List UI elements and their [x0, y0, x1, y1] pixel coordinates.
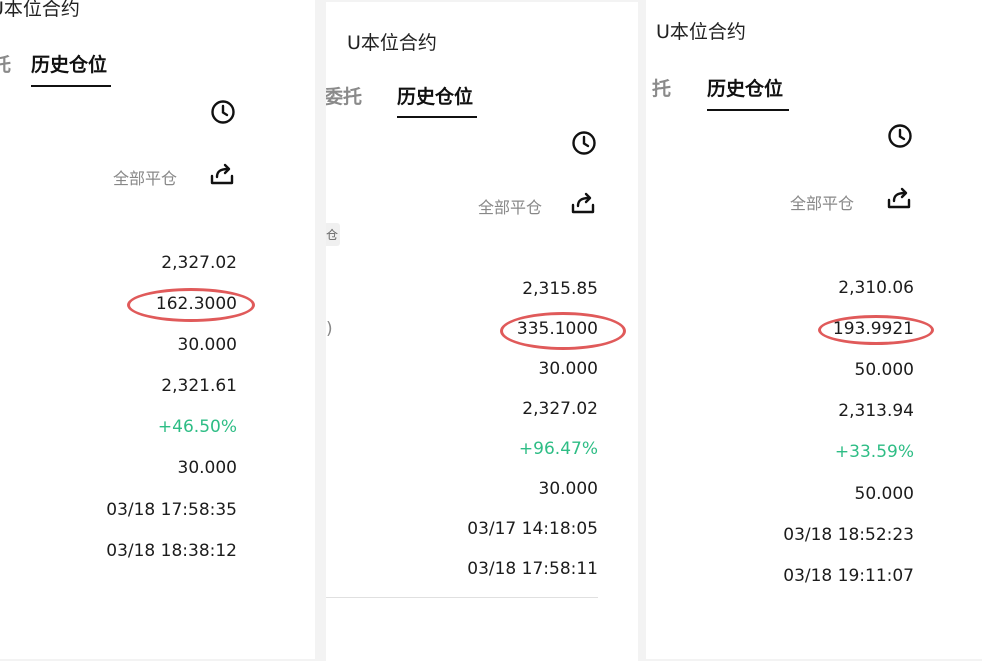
tab-open-orders[interactable]: 托	[652, 74, 671, 101]
position-tag: 仓	[326, 223, 341, 246]
tab-underline	[707, 109, 789, 111]
open-time: 03/18 18:52:23	[783, 525, 914, 545]
page-title: U本位合约	[0, 0, 80, 20]
close-price: 2,313.94	[838, 401, 914, 421]
position-size: 30.000	[177, 335, 237, 355]
open-time: 03/18 17:58:35	[106, 500, 237, 520]
roe-percent: +96.47%	[518, 439, 598, 459]
page-title: U本位合约	[347, 32, 437, 54]
tab-underline	[31, 85, 111, 87]
closed-size: 30.000	[177, 458, 237, 478]
clock-icon[interactable]	[886, 122, 914, 150]
position-size: 30.000	[538, 359, 598, 379]
open-time: 03/17 14:18:05	[467, 519, 598, 539]
screenshot-panel-2: U本位合约 委托 历史仓位 全部平仓 仓 ) 2,315.85 335.1000…	[326, 2, 638, 661]
tab-open-orders[interactable]: 委托	[326, 82, 362, 109]
screenshot-panel-1: U本位合约 托 历史仓位 全部平仓 2,327.02 162.3000 30.0…	[0, 0, 315, 659]
tab-underline	[397, 116, 477, 118]
share-icon[interactable]	[208, 160, 236, 188]
share-icon[interactable]	[885, 184, 913, 212]
tab-position-history[interactable]: 历史仓位	[397, 82, 473, 109]
tab-open-orders[interactable]: 托	[0, 50, 11, 77]
close-all-button[interactable]: 全部平仓	[790, 190, 854, 214]
close-time: 03/18 17:58:11	[467, 559, 598, 579]
realized-pnl: 162.3000	[155, 294, 237, 314]
screenshot-panel-3: U本位合约 托 历史仓位 全部平仓 2,310.06 193.9921 50.0…	[646, 0, 982, 659]
clock-icon[interactable]	[209, 98, 237, 126]
clock-icon[interactable]	[570, 129, 598, 157]
close-all-button[interactable]: 全部平仓	[113, 165, 177, 189]
page-title: U本位合约	[656, 21, 746, 43]
close-price: 2,321.61	[161, 376, 237, 396]
roe-percent: +33.59%	[834, 442, 914, 462]
close-time: 03/18 18:38:12	[106, 541, 237, 561]
tab-position-history[interactable]: 历史仓位	[707, 74, 783, 101]
roe-percent: +46.50%	[157, 417, 237, 437]
closed-size: 50.000	[854, 484, 914, 504]
close-all-button[interactable]: 全部平仓	[478, 194, 542, 218]
closed-size: 30.000	[538, 479, 598, 499]
open-price: 2,315.85	[522, 279, 598, 299]
open-price: 2,327.02	[161, 253, 237, 273]
label-fragment: )	[326, 319, 333, 339]
realized-pnl: 193.9921	[832, 319, 914, 339]
position-size: 50.000	[854, 360, 914, 380]
open-price: 2,310.06	[838, 278, 914, 298]
close-time: 03/18 19:11:07	[783, 566, 914, 586]
divider	[326, 597, 598, 598]
realized-pnl: 335.1000	[516, 319, 598, 339]
tab-position-history[interactable]: 历史仓位	[31, 50, 107, 77]
share-icon[interactable]	[569, 189, 597, 217]
close-price: 2,327.02	[522, 399, 598, 419]
